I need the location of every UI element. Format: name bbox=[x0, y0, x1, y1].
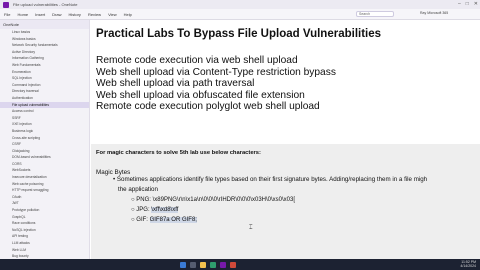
sidebar-section-item[interactable]: Web Fundamentals bbox=[0, 62, 89, 69]
app-icon[interactable] bbox=[230, 261, 236, 268]
sidebar-section-item[interactable]: WebSockets bbox=[0, 167, 89, 174]
sidebar-section-item[interactable]: Linux basics bbox=[0, 29, 89, 36]
sidebar-section-item[interactable]: HTTP request smuggling bbox=[0, 187, 89, 194]
search-icon[interactable] bbox=[190, 261, 196, 268]
png-signature: ○ PNG: \x89PNG\r\n\x1a\n\0\0\0\rIHDR\0\0… bbox=[131, 197, 296, 203]
sidebar-section-item[interactable]: Cross-site scripting bbox=[0, 135, 89, 142]
lab-item: Web shell upload via path traversal bbox=[96, 78, 255, 89]
onenote-logo-icon bbox=[3, 1, 9, 8]
sidebar-section-item[interactable]: JWT bbox=[0, 200, 89, 207]
lab-item: Remote code execution via web shell uplo… bbox=[96, 55, 298, 66]
sidebar-section-item[interactable]: Web cache poisoning bbox=[0, 181, 89, 188]
sidebar-section-item[interactable]: Windows basics bbox=[0, 36, 89, 43]
close-button[interactable]: ✕ bbox=[474, 1, 478, 8]
title-bar: File upload vulnerabilities - OneNote – … bbox=[0, 0, 480, 9]
jpg-value: \xff\xd8\xff bbox=[151, 207, 179, 213]
onenote-taskbar-icon[interactable] bbox=[220, 261, 226, 268]
sidebar-section-item[interactable]: Race conditions bbox=[0, 220, 89, 227]
menu-file[interactable]: File bbox=[4, 12, 10, 17]
taskbar-icons bbox=[180, 261, 236, 268]
sidebar: OneNote Linux basics Windows basics Networ… bbox=[0, 20, 90, 270]
sidebar-section-item[interactable]: Enumeration bbox=[0, 69, 89, 76]
magic-bytes-description-cont: the application bbox=[118, 186, 158, 193]
menu-draw[interactable]: Draw bbox=[52, 12, 61, 17]
notebook-name: OneNote bbox=[3, 22, 20, 27]
text-cursor-icon: ⌶ bbox=[249, 225, 253, 231]
sidebar-section-item[interactable]: Access control bbox=[0, 108, 89, 115]
sidebar-section-item[interactable]: CORS bbox=[0, 161, 89, 168]
sidebar-section-item[interactable]: SQL Injection bbox=[0, 75, 89, 82]
sidebar-section-item[interactable]: Directory traversal bbox=[0, 88, 89, 95]
sidebar-section-item[interactable]: API testing bbox=[0, 233, 89, 240]
sidebar-section-item[interactable]: Authentication bbox=[0, 95, 89, 102]
sidebar-section-item[interactable]: Web LLM bbox=[0, 247, 89, 254]
menu-review[interactable]: Review bbox=[88, 12, 101, 17]
user-account[interactable]: Ray Microsoft 365 bbox=[420, 11, 448, 15]
sidebar-section-item[interactable]: Active Directory bbox=[0, 49, 89, 56]
sidebar-section-item[interactable]: Prototype pollution bbox=[0, 207, 89, 214]
magic-note: For magic characters to solve 5th lab us… bbox=[96, 150, 261, 156]
sidebar-section-item[interactable]: XXE injection bbox=[0, 121, 89, 128]
sidebar-section-item[interactable]: Clickjacking bbox=[0, 148, 89, 155]
magic-bytes-description: • Sometimes applications identify file t… bbox=[113, 176, 428, 183]
file-explorer-icon[interactable] bbox=[200, 261, 206, 268]
lab-item: Remote code execution polyglot web shell… bbox=[96, 101, 320, 112]
jpg-label: ○ JPG: bbox=[131, 207, 152, 213]
lab-item: Web shell upload via obfuscated file ext… bbox=[96, 89, 305, 101]
menu-history[interactable]: History bbox=[68, 12, 80, 17]
system-clock: 11:52 PM 4/14/2024 bbox=[460, 260, 476, 268]
menu-bar: File Home Insert Draw History Review Vie… bbox=[0, 9, 480, 20]
sidebar-section-item[interactable]: Network Security fundamentals bbox=[0, 42, 89, 49]
magic-bytes-heading: Magic Bytes bbox=[96, 169, 131, 176]
window-title: File upload vulnerabilities - OneNote bbox=[13, 2, 78, 7]
gif-label: ○ GIF: bbox=[131, 217, 150, 223]
sidebar-section-item[interactable]: NoSQL injection bbox=[0, 227, 89, 234]
window-controls: – □ ✕ bbox=[458, 1, 478, 8]
sidebar-section-item[interactable]: Insecure deserialization bbox=[0, 174, 89, 181]
sidebar-section-item[interactable]: LLM attacks bbox=[0, 240, 89, 247]
sidebar-section-item[interactable]: OAuth bbox=[0, 194, 89, 201]
notebook-header[interactable]: OneNote bbox=[0, 20, 89, 29]
section-list: Linux basics Windows basics Network Securi… bbox=[0, 29, 89, 266]
maximize-button[interactable]: □ bbox=[466, 1, 469, 8]
search-input[interactable]: Search bbox=[356, 11, 394, 17]
page-title: Practical Labs To Bypass File Upload Vul… bbox=[96, 28, 382, 40]
sidebar-section-item[interactable]: File upload vulnerabilities bbox=[0, 101, 89, 109]
lab-item: Web shell upload via Content-Type restri… bbox=[96, 66, 336, 78]
gif-signature: ○ GIF: GIF87a OR GIF8; bbox=[131, 217, 197, 223]
sidebar-section-item[interactable]: GraphQL bbox=[0, 214, 89, 221]
browser-icon[interactable] bbox=[210, 261, 216, 268]
clock-date: 4/14/2024 bbox=[460, 264, 476, 268]
sidebar-section-item[interactable]: DOM-based vulnerabilities bbox=[0, 154, 89, 161]
sidebar-section-item[interactable]: Business logic bbox=[0, 128, 89, 135]
sidebar-section-item[interactable]: Information Gathering bbox=[0, 55, 89, 62]
gif-value: GIF87a OR GIF8; bbox=[149, 217, 197, 223]
taskbar: 11:52 PM 4/14/2024 bbox=[0, 259, 480, 270]
sidebar-section-item[interactable]: Command Injection bbox=[0, 82, 89, 89]
menu-home[interactable]: Home bbox=[17, 12, 28, 17]
page-canvas[interactable]: Practical Labs To Bypass File Upload Vul… bbox=[91, 20, 480, 270]
menu-insert[interactable]: Insert bbox=[35, 12, 45, 17]
start-icon[interactable] bbox=[180, 261, 186, 268]
menu-view[interactable]: View bbox=[108, 12, 117, 17]
menu-help[interactable]: Help bbox=[124, 12, 132, 17]
sidebar-section-item[interactable]: SSRF bbox=[0, 115, 89, 122]
lab-list: Remote code execution via web shell uplo… bbox=[96, 55, 336, 113]
jpg-signature: ○ JPG: \xff\xd8\xff bbox=[131, 207, 179, 213]
sidebar-section-item[interactable]: CSRF bbox=[0, 141, 89, 148]
minimize-button[interactable]: – bbox=[458, 1, 461, 8]
